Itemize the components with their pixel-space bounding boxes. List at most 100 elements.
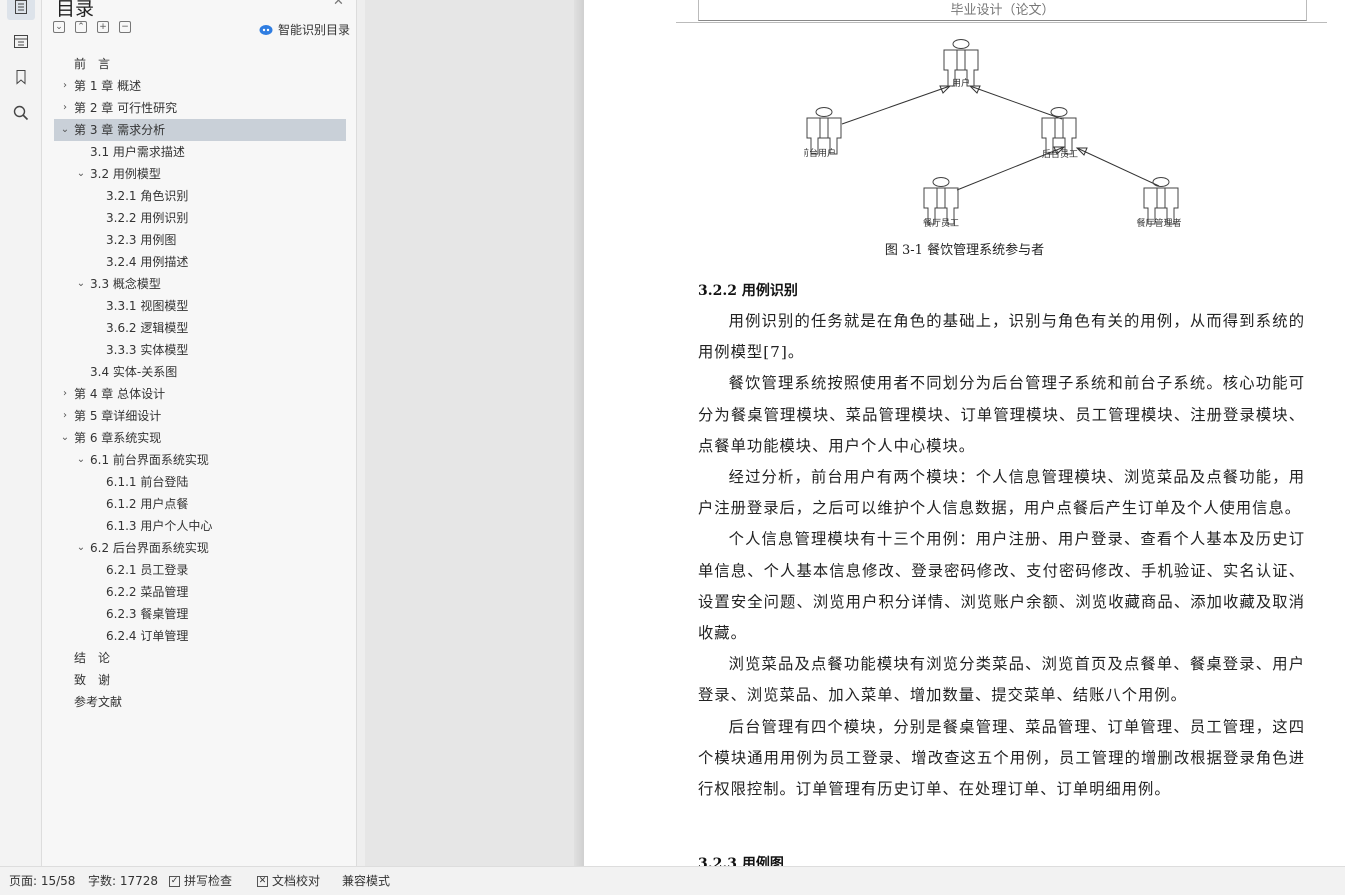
- toc-item[interactable]: ⌄ 6.2 后台界面系统实现: [54, 537, 346, 559]
- figure-caption-text: 图 3-1 餐饮管理系统参与者: [884, 243, 1045, 258]
- toc-item-label: 致 谢: [74, 673, 111, 687]
- chevron-down-icon[interactable]: ⌄: [76, 273, 86, 295]
- toc-item[interactable]: › 第 1 章 概述: [54, 75, 346, 97]
- collapse-all-icon[interactable]: ⌄: [53, 21, 65, 33]
- toc-item[interactable]: 6.1.3 用户个人中心: [54, 515, 346, 537]
- toc-item-label: 结 论: [74, 651, 111, 665]
- chevron-down-icon[interactable]: ⌄: [76, 163, 86, 185]
- toc-item-label: 3.2.4 用例描述: [106, 255, 189, 269]
- toc-item-label: 第 5 章详细设计: [74, 409, 162, 423]
- toc-item[interactable]: 3.2.2 用例识别: [54, 207, 346, 229]
- toc-item-label: 3.3 概念模型: [90, 277, 161, 291]
- chevron-down-icon[interactable]: ⌄: [60, 427, 70, 449]
- toc-item[interactable]: ⌄ 第 6 章系统实现: [54, 427, 346, 449]
- toc-item-label: 3.2.1 角色识别: [106, 189, 189, 203]
- toc-item-label: 6.2.4 订单管理: [106, 629, 189, 643]
- chevron-right-icon[interactable]: ›: [60, 405, 70, 427]
- actor-manager-label: 餐厅管理者: [1136, 217, 1181, 229]
- toc-item[interactable]: 3.2.4 用例描述: [54, 251, 346, 273]
- body-paragraph: 个人信息管理模块有十三个用例：用户注册、用户登录、查看个人基本及历史订单信息、个…: [698, 530, 1305, 643]
- body-paragraph: 浏览菜品及点餐功能模块有浏览分类菜品、浏览首页及点餐单、餐桌登录、用户登录、浏览…: [698, 655, 1305, 705]
- actor-front: [806, 107, 842, 155]
- toc-item-label: 6.1 前台界面系统实现: [90, 453, 209, 467]
- remove-icon[interactable]: −: [119, 21, 131, 33]
- toc-item[interactable]: 参考文献: [54, 691, 346, 713]
- spell-check-label: 拼写检查: [184, 874, 233, 888]
- toc-item[interactable]: ⌄ 第 3 章 需求分析: [54, 119, 346, 141]
- toc-item-label: 第 2 章 可行性研究: [74, 101, 178, 115]
- toc-item[interactable]: 3.4 实体-关系图: [54, 361, 346, 383]
- toc-item-label: 第 4 章 总体设计: [74, 387, 166, 401]
- toc-item[interactable]: 结 论: [54, 647, 346, 669]
- expand-up-icon[interactable]: ⌃: [75, 21, 87, 33]
- bookmark-icon[interactable]: [7, 64, 35, 90]
- toc-item[interactable]: 3.3.1 视图模型: [54, 295, 346, 317]
- add-icon[interactable]: +: [97, 21, 109, 33]
- close-icon[interactable]: ✕: [333, 0, 344, 9]
- toc-item[interactable]: 致 谢: [54, 669, 346, 691]
- proofread-button[interactable]: ✕ 文档校对: [257, 867, 320, 895]
- toc-item-label: 参考文献: [74, 695, 123, 709]
- toc-item-label: 3.4 实体-关系图: [90, 365, 178, 379]
- toc-item[interactable]: 3.2.1 角色识别: [54, 185, 346, 207]
- page-count[interactable]: 页面: 15/58: [9, 867, 75, 895]
- chevron-down-icon[interactable]: ⌄: [76, 449, 86, 471]
- chevron-down-icon[interactable]: ⌄: [60, 119, 70, 141]
- outline-tree-icon[interactable]: [7, 28, 35, 54]
- chevron-right-icon[interactable]: ›: [60, 383, 70, 405]
- toc-item[interactable]: 3.2.3 用例图: [54, 229, 346, 251]
- status-bar: 页面: 15/58 字数: 17728 ✓ 拼写检查 ✕ 文档校对 兼容模式: [0, 866, 1345, 895]
- toc-item-label: 6.2.3 餐桌管理: [106, 607, 189, 621]
- toc-panel-icon[interactable]: [7, 0, 35, 20]
- header-divider: [676, 22, 1327, 23]
- toc-item-label: 6.2 后台界面系统实现: [90, 541, 209, 555]
- toc-item[interactable]: 6.1.2 用户点餐: [54, 493, 346, 515]
- toc-item[interactable]: ⌄ 3.2 用例模型: [54, 163, 346, 185]
- toc-item[interactable]: 3.3.3 实体模型: [54, 339, 346, 361]
- body-paragraph: 餐饮管理系统按照使用者不同划分为后台管理子系统和前台子系统。核心功能可分为餐桌管…: [698, 374, 1305, 455]
- toc-item[interactable]: 6.2.2 菜品管理: [54, 581, 346, 603]
- toc-item[interactable]: 3.1 用户需求描述: [54, 141, 346, 163]
- spell-check-button[interactable]: ✓ 拼写检查: [169, 867, 232, 895]
- chevron-right-icon[interactable]: ›: [60, 75, 70, 97]
- toc-item-label: 第 6 章系统实现: [74, 431, 162, 445]
- toc-item[interactable]: 3.6.2 逻辑模型: [54, 317, 346, 339]
- toc-item[interactable]: 6.2.4 订单管理: [54, 625, 346, 647]
- toc-item[interactable]: 6.1.1 前台登陆: [54, 471, 346, 493]
- toc-item[interactable]: 前 言: [54, 53, 346, 75]
- search-icon[interactable]: [7, 100, 35, 126]
- actor-back-label: 后台员工: [1042, 148, 1078, 160]
- page-gutter: [574, 0, 584, 866]
- toc-scrollbar[interactable]: [357, 0, 365, 866]
- body-paragraph: 后台管理有四个模块，分别是餐桌管理、菜品管理、订单管理、员工管理，这四个模块通用…: [698, 717, 1305, 799]
- toc-item[interactable]: › 第 5 章详细设计: [54, 405, 346, 427]
- proofread-icon: ✕: [257, 875, 268, 887]
- toc-item[interactable]: › 第 4 章 总体设计: [54, 383, 346, 405]
- toc-item-label: 3.2 用例模型: [90, 167, 161, 181]
- toc-item[interactable]: 6.2.1 员工登录: [54, 559, 346, 581]
- smart-toc-button[interactable]: 智能识别目录: [259, 21, 350, 38]
- toc-item[interactable]: › 第 2 章 可行性研究: [54, 97, 346, 119]
- body-paragraph: 经过分析，前台用户有两个模块：个人信息管理模块、浏览菜品及点餐功能，用户注册登录…: [698, 468, 1305, 518]
- figure-caption: 图 3-1 餐饮管理系统参与者: [584, 239, 1345, 258]
- actor-front-label: 前台用户: [804, 147, 836, 159]
- toc-item-label: 3.2.3 用例图: [106, 233, 177, 247]
- toc-item-label: 6.2.2 菜品管理: [106, 585, 189, 599]
- actor-diagram: 用户 前台用户 后台员工 餐厅员工 餐厅管理者: [804, 39, 1182, 229]
- toc-item[interactable]: 6.2.3 餐桌管理: [54, 603, 346, 625]
- toc-list: 前 言 › 第 1 章 概述 › 第 2 章 可行性研究 ⌄ 第 3 章 需求分析 3.1 用…: [54, 53, 346, 713]
- spell-check-icon: ✓: [169, 875, 180, 887]
- toc-item[interactable]: ⌄ 3.3 概念模型: [54, 273, 346, 295]
- document-page[interactable]: 毕业设计（论文） 用户 前台用户 后台员工 餐厅员工 餐厅管理者 图 3-1 餐…: [584, 0, 1345, 866]
- word-count[interactable]: 字数: 17728: [88, 867, 158, 895]
- toc-panel: 目录 ✕ ⌄ ⌃ + − 智能识别目录 前 言 › 第 1 章 概述 › 第 2 章 可…: [42, 0, 357, 866]
- toc-item-label: 3.3.1 视图模型: [106, 299, 189, 313]
- chevron-right-icon[interactable]: ›: [60, 97, 70, 119]
- chevron-down-icon[interactable]: ⌄: [76, 537, 86, 559]
- toc-item[interactable]: ⌄ 6.1 前台界面系统实现: [54, 449, 346, 471]
- toc-item-label: 前 言: [74, 57, 111, 71]
- toc-item-label: 3.2.2 用例识别: [106, 211, 189, 225]
- toc-toolbar: ⌄ ⌃ + −: [53, 21, 131, 33]
- compat-mode[interactable]: 兼容模式: [342, 867, 390, 895]
- toc-item-label: 第 3 章 需求分析: [74, 123, 166, 137]
